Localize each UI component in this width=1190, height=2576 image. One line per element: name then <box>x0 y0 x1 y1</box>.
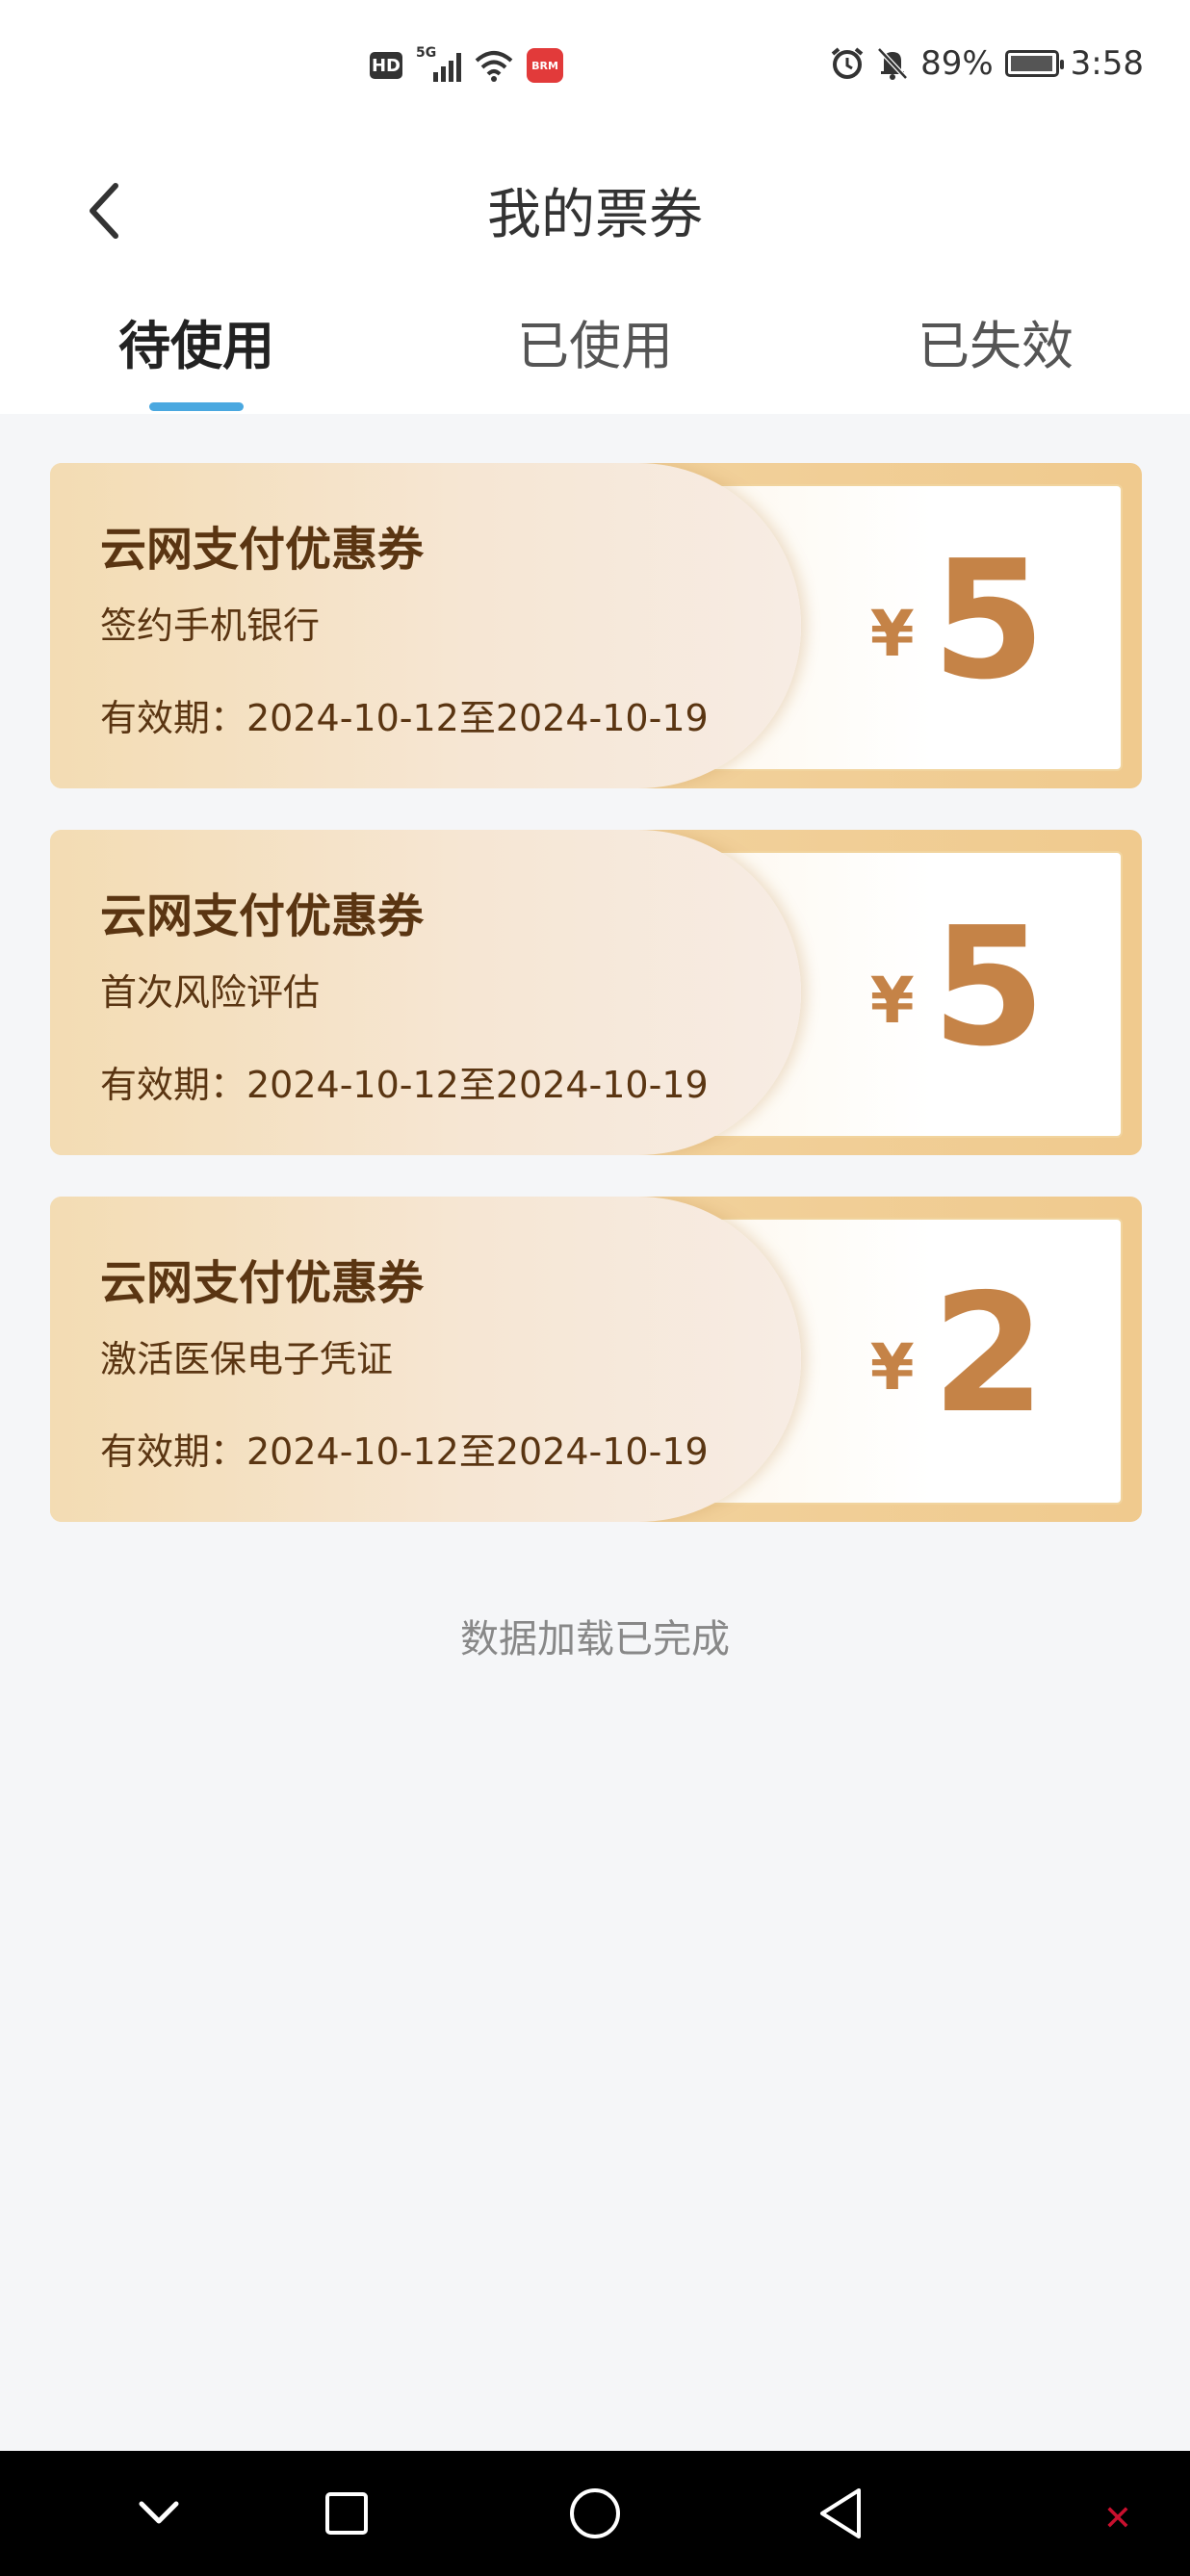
active-tab-indicator <box>149 402 244 411</box>
coupon-info-panel: 云网支付优惠券 激活医保电子凭证 有效期：2024-10-12至2024-10-… <box>50 1197 801 1522</box>
watermark-x-icon: ✕ <box>1102 2499 1132 2538</box>
amount-value: 2 <box>931 1259 1046 1450</box>
status-right-icons: 89% 3:58 <box>830 44 1144 83</box>
nav-recents-button[interactable] <box>313 2480 380 2547</box>
wifi-icon <box>475 51 513 82</box>
app-notification-icon: BRM <box>527 48 563 83</box>
coupon-description: 签约手机银行 <box>100 605 321 647</box>
cellular-signal-icon: 5G <box>416 45 461 82</box>
tab-used[interactable]: 已使用 <box>479 303 711 379</box>
tab-pending[interactable]: 待使用 <box>81 303 312 379</box>
coupon-description: 激活医保电子凭证 <box>100 1338 394 1380</box>
coupon-description: 首次风险评估 <box>100 971 321 1014</box>
coupon-card[interactable]: 云网支付优惠券 首次风险评估 有效期：2024-10-12至2024-10-19… <box>50 830 1142 1155</box>
coupon-amount: ¥ 5 <box>869 526 1046 716</box>
coupon-card[interactable]: 云网支付优惠券 激活医保电子凭证 有效期：2024-10-12至2024-10-… <box>50 1197 1142 1522</box>
watermark-logo: ✕ <box>1103 2499 1132 2538</box>
battery-icon <box>1004 50 1064 77</box>
status-left-icons: HD 5G BRM <box>370 45 563 83</box>
amount-value: 5 <box>931 526 1046 716</box>
tab-bar: 待使用 已使用 已失效 <box>0 303 1190 414</box>
alarm-icon <box>831 47 864 79</box>
currency-symbol: ¥ <box>869 1330 915 1404</box>
circle-icon <box>570 2488 620 2538</box>
coupon-validity: 有效期：2024-10-12至2024-10-19 <box>100 1064 709 1106</box>
system-nav-bar: ✕ <box>0 2451 1190 2576</box>
square-icon <box>325 2492 368 2535</box>
nav-collapse-button[interactable] <box>125 2480 193 2547</box>
amount-value: 5 <box>931 892 1046 1083</box>
currency-symbol: ¥ <box>869 597 915 671</box>
load-status-text: 数据加载已完成 <box>460 1617 730 1662</box>
triangle-back-icon <box>820 2488 861 2538</box>
network-type-label: 5G <box>416 45 437 61</box>
coupon-card[interactable]: 云网支付优惠券 签约手机银行 有效期：2024-10-12至2024-10-19… <box>50 463 1142 788</box>
coupon-title: 云网支付优惠券 <box>100 889 425 943</box>
coupon-amount: ¥ 2 <box>869 1259 1046 1450</box>
battery-percent: 89% <box>920 44 994 83</box>
coupon-title: 云网支付优惠券 <box>100 1256 425 1310</box>
coupon-amount: ¥ 5 <box>869 892 1046 1083</box>
mute-bell-icon <box>877 47 908 80</box>
currency-symbol: ¥ <box>869 964 915 1038</box>
chevron-down-icon <box>139 2501 179 2524</box>
coupon-validity: 有效期：2024-10-12至2024-10-19 <box>100 1430 709 1473</box>
status-bar: HD 5G BRM 89% 3:58 <box>0 0 1190 135</box>
coupon-title: 云网支付优惠券 <box>100 523 425 577</box>
clock-time: 3:58 <box>1070 44 1144 83</box>
page-header: 我的票券 待使用 已使用 已失效 <box>0 135 1190 414</box>
tab-expired[interactable]: 已失效 <box>880 303 1111 379</box>
coupon-info-panel: 云网支付优惠券 首次风险评估 有效期：2024-10-12至2024-10-19 <box>50 830 801 1155</box>
hd-icon: HD <box>370 52 402 79</box>
nav-back-button[interactable] <box>807 2480 874 2547</box>
page-title: 我的票券 <box>487 184 703 246</box>
coupon-info-panel: 云网支付优惠券 签约手机银行 有效期：2024-10-12至2024-10-19 <box>50 463 801 788</box>
nav-home-button[interactable] <box>561 2480 629 2547</box>
coupon-validity: 有效期：2024-10-12至2024-10-19 <box>100 697 709 739</box>
